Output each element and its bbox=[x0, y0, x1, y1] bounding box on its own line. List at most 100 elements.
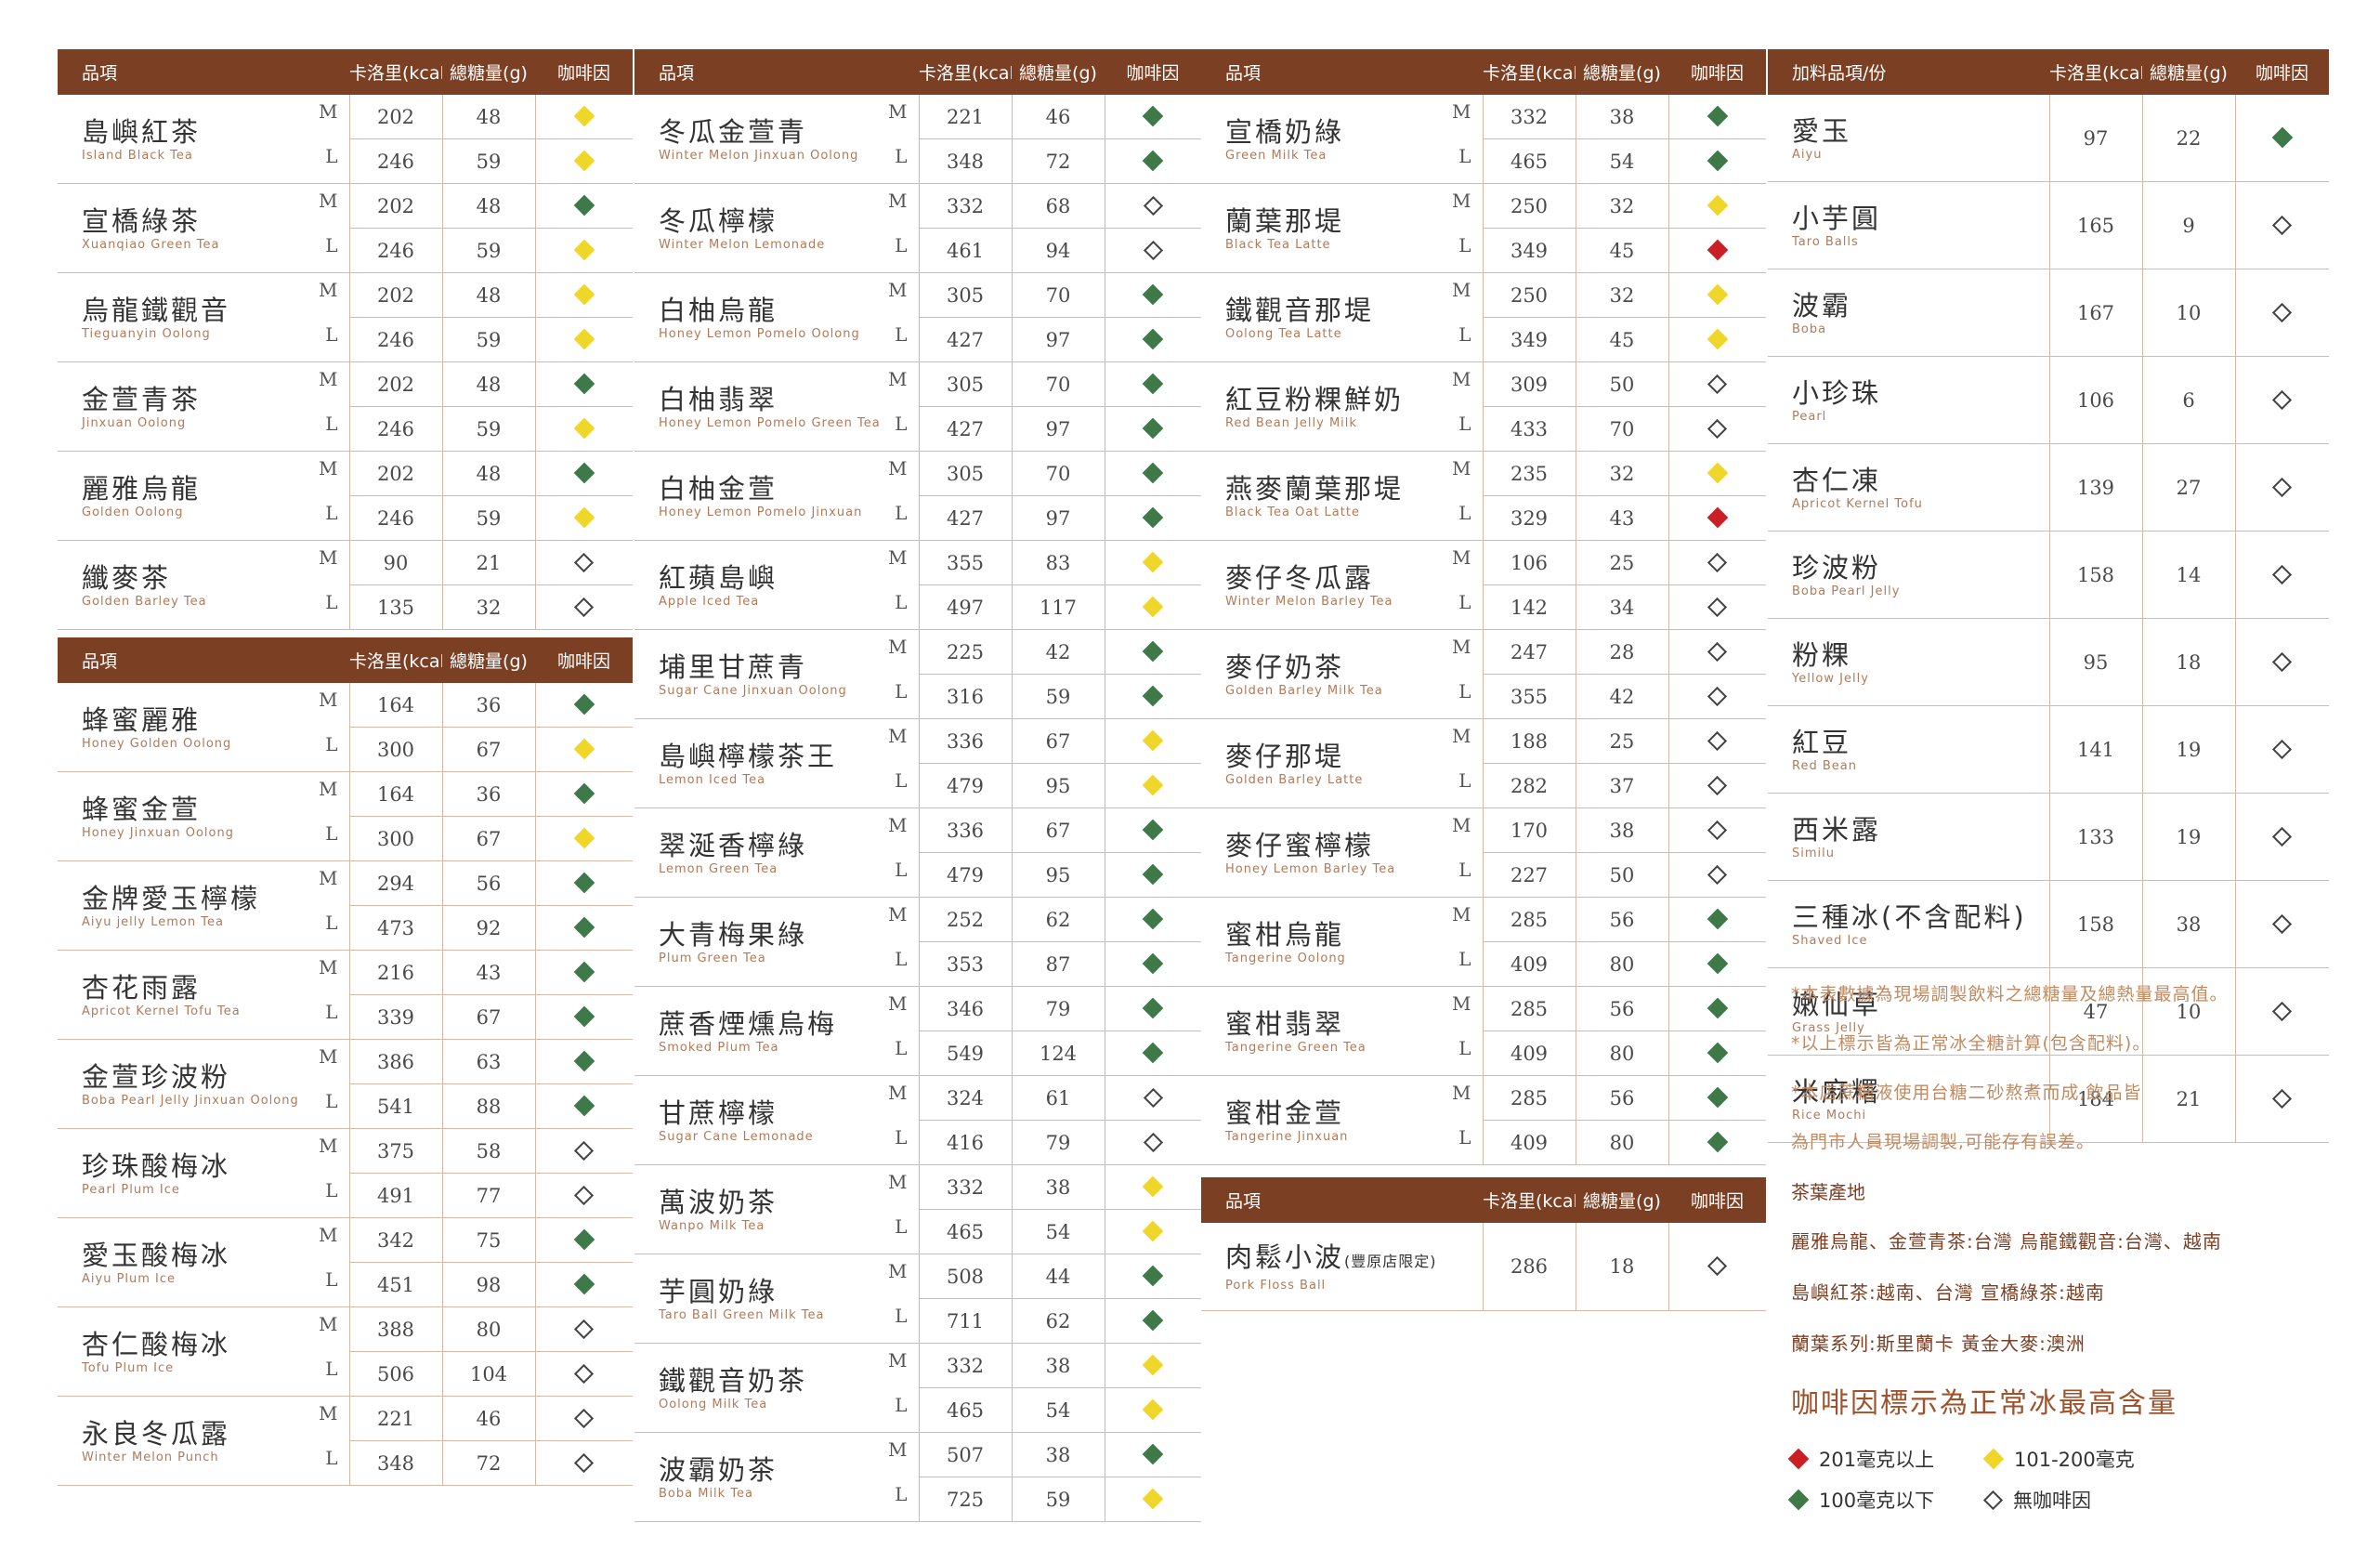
item-name-zh-text: 紅豆粉粿鮮奶 bbox=[1225, 383, 1405, 415]
item-name-cell: 萬波奶茶 Wanpo Milk Tea M L bbox=[634, 1164, 920, 1254]
legend-label: 101-200毫克 bbox=[2014, 1449, 2135, 1471]
caffeine-cell bbox=[1668, 272, 1766, 318]
item-name-en: Winter Melon Jinxuan Oolong bbox=[659, 148, 859, 163]
item-name-zh: 蜂蜜麗雅 bbox=[82, 703, 349, 737]
outline-diamond-icon bbox=[2272, 389, 2293, 410]
sugar-cell: 56 bbox=[442, 860, 536, 906]
item-name-zh-text: 芋圓奶綠 bbox=[659, 1275, 778, 1307]
caffeine-cell bbox=[1105, 1387, 1201, 1433]
item-name-cell: 波霸奶茶 Boba Milk Tea M L bbox=[634, 1432, 920, 1522]
caffeine-cell bbox=[1105, 95, 1201, 139]
item-name-en: Pork Floss Ball bbox=[1225, 1278, 1327, 1293]
header-item: 品項 bbox=[1201, 49, 1483, 95]
table-row: 麥仔蜜檸檬 Honey Lemon Barley Tea M L 170 38 bbox=[1201, 807, 1766, 898]
sugar-cell: 67 bbox=[442, 816, 536, 861]
kcal-cell: 332 bbox=[919, 1164, 1013, 1210]
sugar-cell: 58 bbox=[442, 1128, 536, 1174]
kcal-cell: 461 bbox=[919, 228, 1013, 273]
caffeine-cell bbox=[2235, 95, 2329, 182]
table-row: 島嶼紅茶 Island Black Tea M L 202 48 bbox=[58, 95, 633, 184]
size-label: L bbox=[1458, 591, 1471, 613]
caffeine-cell bbox=[1668, 897, 1766, 942]
kcal-cell: 221 bbox=[919, 95, 1013, 139]
item-name-cell: 宣橋綠茶 Xuanqiao Green Tea M L bbox=[58, 183, 350, 273]
header-item: 品項 bbox=[634, 49, 919, 95]
caffeine-cell bbox=[1668, 674, 1766, 719]
kcal-cell: 409 bbox=[1483, 941, 1576, 987]
sugar-cell: 22 bbox=[2142, 95, 2236, 182]
caffeine-cell bbox=[1668, 406, 1766, 452]
item-name-zh-text: 宣橋奶綠 bbox=[1225, 115, 1345, 148]
caffeine-cell bbox=[535, 994, 633, 1040]
sugar-cell: 70 bbox=[1012, 451, 1105, 496]
green-diamond-icon bbox=[573, 1050, 595, 1071]
table-row: 纖麥茶 Golden Barley Tea M L 90 21 bbox=[58, 540, 633, 630]
kcal-cell: 300 bbox=[349, 816, 443, 861]
table-row: 金牌愛玉檸檬 Aiyu jelly Lemon Tea M L 294 56 bbox=[58, 860, 633, 951]
item-name-zh: 鐵觀音那堤 bbox=[1225, 294, 1483, 327]
table-row: 波霸奶茶 Boba Milk Tea M L 507 38 bbox=[634, 1432, 1201, 1522]
item-name-cell: 鐵觀音那堤 Oolong Tea Latte M L bbox=[1201, 272, 1484, 362]
table-row: 杏花雨露 Apricot Kernel Tofu Tea M L 216 43 bbox=[58, 950, 633, 1040]
size-label: L bbox=[1458, 859, 1471, 881]
table-row: 大青梅果綠 Plum Green Tea M L 252 62 bbox=[634, 897, 1201, 987]
sugar-cell: 59 bbox=[442, 138, 536, 184]
sugar-cell: 48 bbox=[442, 183, 536, 229]
kcal-cell: 250 bbox=[1483, 272, 1576, 318]
caffeine-cell bbox=[1668, 986, 1766, 1031]
caffeine-cell bbox=[535, 584, 633, 630]
item-name-cell: 金萱珍波粉 Boba Pearl Jelly Jinxuan Oolong M L bbox=[58, 1039, 350, 1129]
size-label: M bbox=[319, 368, 338, 390]
item-name-zh: 翠涎香檸綠 bbox=[659, 829, 919, 862]
sugar-cell: 75 bbox=[442, 1217, 536, 1263]
item-name-zh: 蜜柑金萱 bbox=[1225, 1096, 1483, 1130]
size-label: M bbox=[888, 457, 908, 479]
size-label: L bbox=[1458, 948, 1471, 970]
size-label: L bbox=[895, 323, 908, 346]
table-row: 白柚金萱 Honey Lemon Pomelo Jinxuan M L 305 70 bbox=[634, 451, 1201, 541]
caffeine-cell bbox=[1668, 361, 1766, 407]
notes-panel: *本表數據為現場調製飲料之總糖量及總熱量最高值。 *以上標示皆為正常冰全糖計算(… bbox=[1787, 980, 2367, 1514]
item-name-en: Tangerine Oolong bbox=[1225, 951, 1346, 965]
item-name-en: Boba Pearl Jelly Jinxuan Oolong bbox=[82, 1093, 299, 1108]
outline-diamond-icon bbox=[2272, 913, 2293, 934]
item-name-zh-text: 波霸 bbox=[1792, 289, 1852, 322]
item-name-en: Wanpo Milk Tea bbox=[659, 1218, 765, 1233]
sugar-cell: 10 bbox=[2142, 269, 2236, 357]
item-name-zh: 萬波奶茶 bbox=[659, 1186, 919, 1219]
yellow-diamond-icon bbox=[1707, 283, 1729, 305]
item-name-en: Red Bean bbox=[1792, 758, 1857, 773]
item-name-cell: 金牌愛玉檸檬 Aiyu jelly Lemon Tea M L bbox=[58, 860, 350, 951]
green-diamond-icon bbox=[1142, 1309, 1164, 1331]
size-label: M bbox=[888, 1171, 908, 1193]
kcal-cell: 170 bbox=[1483, 807, 1576, 853]
kcal-cell: 336 bbox=[919, 718, 1013, 764]
item-name-cell: 杏花雨露 Apricot Kernel Tofu Tea M L bbox=[58, 950, 350, 1040]
table-row: 杏仁酸梅冰 Tofu Plum Ice M L 388 80 bbox=[58, 1306, 633, 1397]
caffeine-cell bbox=[1105, 1432, 1201, 1477]
item-name-zh: 麥仔那堤 bbox=[1225, 740, 1483, 773]
item-name-zh-text: 麥仔冬瓜露 bbox=[1225, 561, 1375, 594]
item-name-en: Pearl bbox=[1792, 409, 1827, 424]
outline-diamond-icon bbox=[1143, 1087, 1163, 1108]
green-diamond-icon bbox=[1142, 997, 1164, 1018]
size-label: L bbox=[325, 1268, 338, 1291]
outline-diamond-icon bbox=[2272, 739, 2293, 759]
kcal-cell: 711 bbox=[919, 1298, 1013, 1344]
table-row: 肉鬆小波(豐原店限定) Pork Floss Ball 286 18 bbox=[1201, 1223, 1766, 1311]
sugar-cell: 36 bbox=[442, 683, 536, 728]
size-label: M bbox=[1452, 546, 1471, 569]
size-label: L bbox=[325, 413, 338, 435]
size-label: M bbox=[319, 190, 338, 212]
caffeine-cell bbox=[1105, 451, 1201, 496]
drink-table-2: 品項 卡洛里(kcal) 總糖量(g) 咖啡因 蜂蜜麗雅 Honey Golden… bbox=[58, 637, 633, 1486]
caffeine-cell bbox=[1668, 1075, 1766, 1121]
size-label: L bbox=[325, 1447, 338, 1469]
item-name-zh-text: 三種冰(不含配料) bbox=[1792, 900, 2027, 933]
kcal-cell: 409 bbox=[1483, 1120, 1576, 1165]
item-name-en: Island Black Tea bbox=[82, 148, 193, 163]
size-label: L bbox=[895, 413, 908, 435]
item-name-zh-text: 白柚烏龍 bbox=[659, 294, 778, 326]
item-name-zh-text: 蔗香煙燻烏梅 bbox=[659, 1007, 838, 1040]
item-name-zh: 麥仔蜜檸檬 bbox=[1225, 829, 1483, 862]
